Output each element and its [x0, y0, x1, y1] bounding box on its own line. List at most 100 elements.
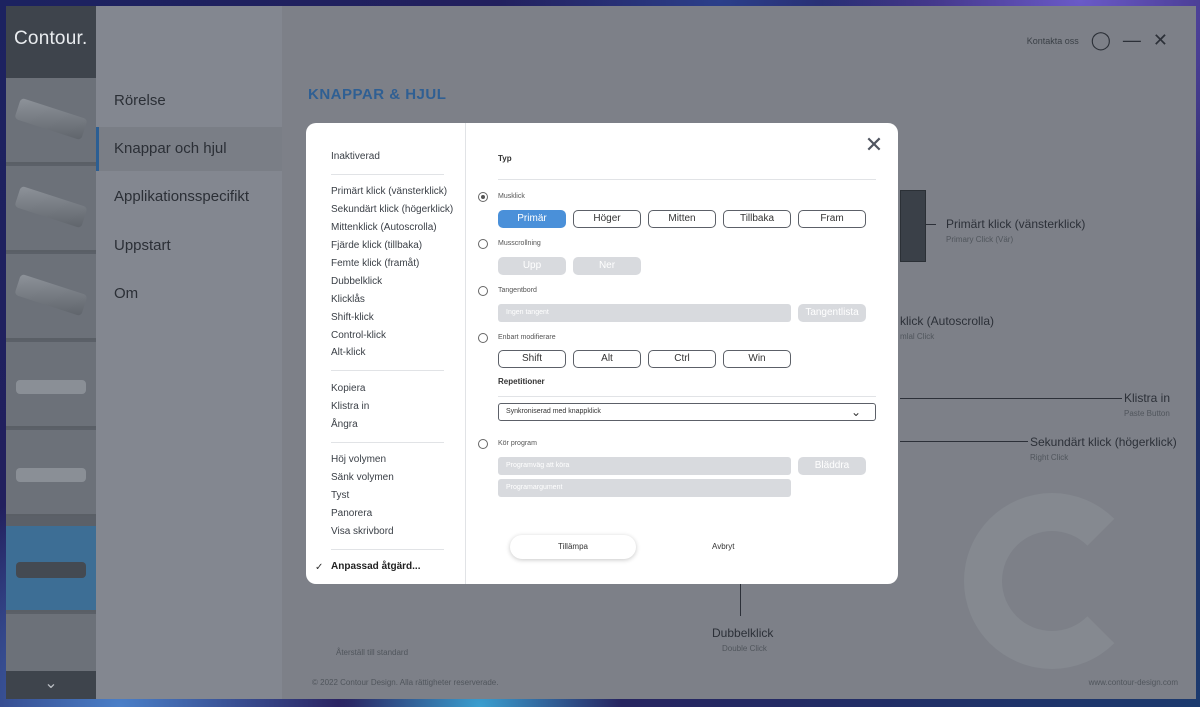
scroll-up-button[interactable]: Upp	[498, 257, 566, 275]
action-item[interactable]: Dubbelklick	[331, 276, 382, 287]
radio-modifiers[interactable]	[478, 333, 488, 343]
key-list-button[interactable]: Tangentlista	[798, 304, 866, 322]
check-icon: ✓	[315, 562, 324, 573]
sub-middle-click: mlal Click	[900, 332, 935, 341]
cancel-button[interactable]: Avbryt	[712, 535, 736, 559]
nav-item-rorelse[interactable]: Rörelse	[96, 79, 282, 123]
action-item[interactable]: Höj volymen	[331, 454, 386, 465]
nav-item-uppstart[interactable]: Uppstart	[96, 224, 282, 268]
action-item[interactable]: Sänk volymen	[331, 472, 394, 483]
repeat-select[interactable]: Synkroniserad med knappklick ⌄	[498, 403, 876, 421]
device-image	[900, 190, 926, 262]
label-paste: Klistra in	[1124, 391, 1171, 405]
modifier-win-button[interactable]: Win	[723, 350, 791, 368]
divider	[498, 396, 876, 397]
nav-item-knappar-och-hjul[interactable]: Knappar och hjul	[96, 127, 282, 171]
apply-button[interactable]: Tillämpa	[510, 535, 636, 559]
copyright-text: © 2022 Contour Design. Alla rättigheter …	[312, 678, 499, 687]
minimize-icon[interactable]: —	[1123, 30, 1141, 51]
device-thumbnail[interactable]	[6, 430, 96, 516]
chevron-down-icon: ⌄	[850, 405, 861, 419]
radio-scroll[interactable]	[478, 239, 488, 249]
leader-line	[926, 224, 936, 225]
globe-icon[interactable]: ◯	[1091, 30, 1111, 51]
contour-watermark-icon	[964, 493, 1140, 669]
leader-line	[900, 398, 1122, 399]
label-mouse-click: Musklick	[498, 193, 525, 200]
action-item[interactable]: Mittenklick (Autoscrolla)	[331, 222, 437, 233]
divider	[331, 370, 444, 371]
label-primary-click: Primärt klick (vänsterklick)	[946, 217, 1086, 231]
modifier-alt-button[interactable]: Alt	[573, 350, 641, 368]
action-item[interactable]: Tyst	[331, 490, 349, 501]
app-logo: Contour.	[14, 28, 88, 49]
label-double-click: Dubbelklick	[712, 626, 774, 640]
label-scroll: Musscrollning	[498, 240, 541, 247]
scroll-down-button[interactable]: Ner	[573, 257, 641, 275]
action-item[interactable]: Fjärde klick (tillbaka)	[331, 240, 422, 251]
action-item[interactable]: Femte klick (framåt)	[331, 258, 419, 269]
program-path-input[interactable]: Programväg att köra	[498, 457, 791, 475]
divider	[331, 174, 444, 175]
page-title: KNAPPAR & HJUL	[308, 86, 447, 103]
nav-item-om[interactable]: Om	[96, 272, 282, 316]
reset-link[interactable]: Återställ till standard	[336, 648, 408, 657]
action-item[interactable]: Ångra	[331, 419, 358, 430]
action-item[interactable]: Shift-klick	[331, 312, 374, 323]
leader-line	[740, 584, 741, 616]
mouse-button-forward[interactable]: Fram	[798, 210, 866, 228]
sub-double-click: Double Click	[722, 644, 767, 653]
device-thumbnail[interactable]	[6, 254, 96, 340]
sidebar-nav: Rörelse Knappar och hjul Applikationsspe…	[96, 6, 282, 699]
contact-link[interactable]: Kontakta oss	[1027, 36, 1079, 46]
website-link[interactable]: www.contour-design.com	[1089, 678, 1178, 687]
action-item[interactable]: Primärt klick (vänsterklick)	[331, 186, 447, 197]
action-item[interactable]: Kopiera	[331, 383, 365, 394]
custom-action-dialog: ✕ Inaktiverad Primärt klick (vänsterklic…	[306, 123, 898, 584]
key-input[interactable]: Ingen tangent	[498, 304, 791, 322]
action-item-disabled[interactable]: Inaktiverad	[331, 151, 380, 162]
modifier-ctrl-button[interactable]: Ctrl	[648, 350, 716, 368]
divider	[331, 549, 444, 550]
browse-button[interactable]: Bläddra	[798, 457, 866, 475]
action-item[interactable]: Panorera	[331, 508, 372, 519]
modifier-shift-button[interactable]: Shift	[498, 350, 566, 368]
divider	[498, 179, 876, 180]
action-item[interactable]: Sekundärt klick (högerklick)	[331, 204, 453, 215]
radio-run-program[interactable]	[478, 439, 488, 449]
label-secondary-click: Sekundärt klick (högerklick)	[1030, 435, 1177, 449]
program-args-input[interactable]: Programargument	[498, 479, 791, 497]
mouse-button-right[interactable]: Höger	[573, 210, 641, 228]
device-thumbnail[interactable]	[6, 78, 96, 164]
device-thumbnail[interactable]	[6, 342, 96, 428]
action-list: Inaktiverad Primärt klick (vänsterklick)…	[306, 123, 466, 584]
nav-item-applikationsspecifikt[interactable]: Applikationsspecifikt	[96, 175, 282, 219]
mouse-button-middle[interactable]: Mitten	[648, 210, 716, 228]
action-item[interactable]: Alt-klick	[331, 347, 365, 358]
action-item-custom[interactable]: Anpassad åtgärd...	[331, 561, 420, 572]
sub-paste: Paste Button	[1124, 409, 1170, 418]
label-modifiers: Enbart modifierare	[498, 334, 556, 341]
device-thumbnail[interactable]	[6, 166, 96, 252]
device-thumbnail-active[interactable]	[6, 526, 96, 612]
mouse-button-primary[interactable]: Primär	[498, 210, 566, 228]
label-run-program: Kör program	[498, 440, 537, 447]
sub-primary-click: Primary Click (Vär)	[946, 235, 1014, 244]
chevron-down-icon[interactable]: ⌄	[6, 671, 96, 699]
divider	[331, 442, 444, 443]
leader-line	[900, 441, 1028, 442]
action-item[interactable]: Klistra in	[331, 401, 369, 412]
sub-secondary-click: Right Click	[1030, 453, 1069, 462]
label-middle-click: klick (Autoscrolla)	[900, 314, 995, 328]
mouse-button-back[interactable]: Tillbaka	[723, 210, 791, 228]
action-config: Typ Musklick Primär Höger Mitten Tillbak…	[466, 123, 898, 584]
repeat-select-value: Synkroniserad med knappklick	[506, 408, 601, 415]
section-title-type: Typ	[498, 154, 512, 163]
action-item[interactable]: Klicklås	[331, 294, 365, 305]
radio-keyboard[interactable]	[478, 286, 488, 296]
action-item[interactable]: Visa skrivbord	[331, 526, 394, 537]
radio-mouse-click[interactable]	[478, 192, 488, 202]
section-title-repeat: Repetitioner	[498, 377, 545, 386]
action-item[interactable]: Control-klick	[331, 330, 386, 341]
close-icon[interactable]: ✕	[1153, 30, 1168, 51]
